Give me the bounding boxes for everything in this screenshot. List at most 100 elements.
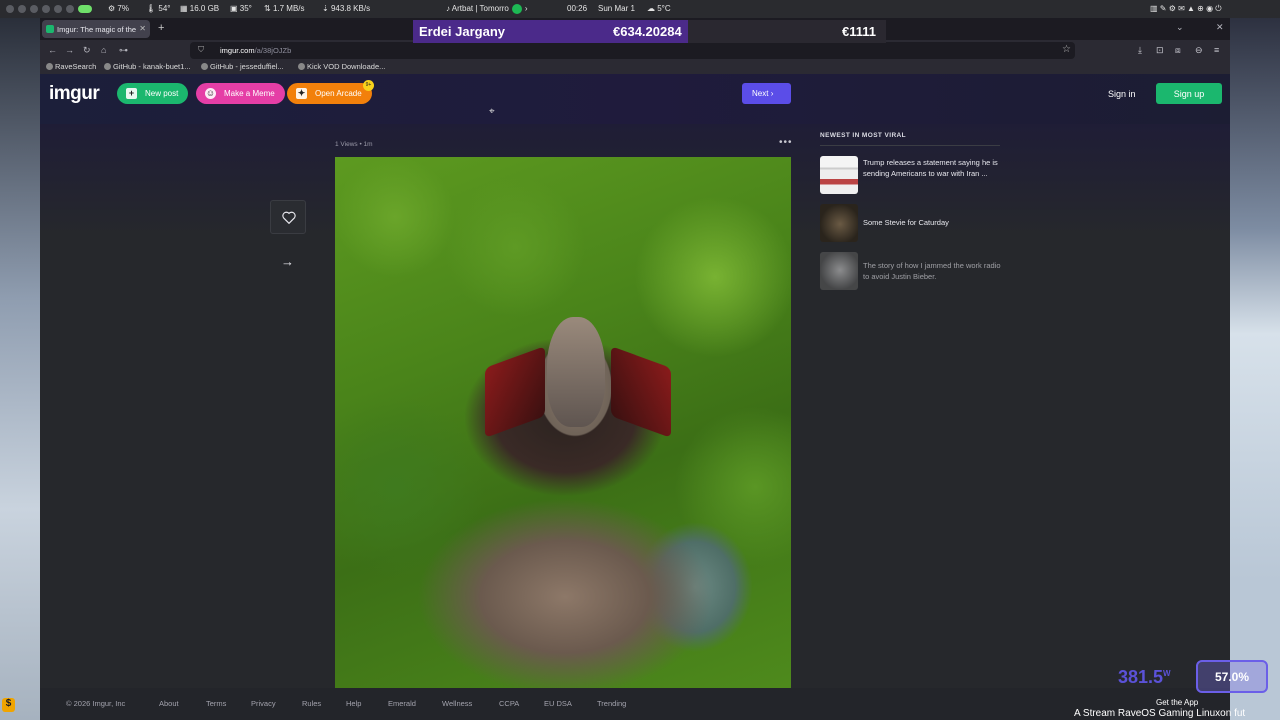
menu-icon[interactable]: ≡	[1214, 45, 1219, 55]
percent-widget: 57.0%	[1196, 660, 1268, 693]
bookmark-item[interactable]: Kick VOD Downloade...	[298, 62, 385, 71]
power-value: 381.5	[1118, 667, 1164, 687]
favorite-button[interactable]	[270, 200, 306, 234]
make-meme-button[interactable]: ☺ Make a Meme	[196, 83, 285, 104]
gpu-temp-value: 35°	[239, 4, 252, 13]
app-launcher-icon[interactable]: $	[2, 698, 15, 712]
meme-icon: ☺	[205, 88, 216, 99]
home-icon[interactable]: ⌂	[101, 45, 106, 55]
workspace-dot-active[interactable]	[78, 5, 92, 13]
url-host: imgur.com	[220, 46, 255, 55]
bookmark-star-icon[interactable]: ☆	[1062, 44, 1071, 55]
viral-post-item[interactable]: Some Stevie for Caturday	[820, 204, 1000, 244]
make-meme-label: Make a Meme	[224, 89, 275, 98]
viral-post-item[interactable]: Trump releases a statement saying he is …	[820, 156, 1000, 196]
imgur-favicon-icon	[46, 25, 54, 33]
post-image-festival-stage[interactable]	[335, 157, 791, 688]
workspace-dot[interactable]	[18, 5, 26, 13]
workspace-dot[interactable]	[66, 5, 74, 13]
footer-link-terms[interactable]: Terms	[206, 699, 226, 708]
clock-date: Sun Mar 1	[598, 4, 635, 13]
footer-link-trending[interactable]: Trending	[597, 699, 626, 708]
footer-link-privacy[interactable]: Privacy	[251, 699, 276, 708]
post-thumbnail	[820, 156, 858, 194]
extension-icon[interactable]: ⧈	[1175, 45, 1181, 56]
forward-icon[interactable]: →	[65, 45, 74, 55]
footer-link-wellness[interactable]: Wellness	[442, 699, 472, 708]
weather-value: 5°C	[657, 4, 671, 13]
more-options-icon[interactable]: •••	[779, 137, 793, 148]
plus-icon: +	[126, 88, 137, 99]
account-icon[interactable]: ⊡	[1156, 45, 1164, 56]
workspace-dot[interactable]	[6, 5, 14, 13]
ublock-icon[interactable]: ⊖	[1195, 45, 1203, 56]
workspace-dot[interactable]	[54, 5, 62, 13]
kick-icon	[298, 63, 305, 70]
bookmark-item[interactable]: GitHub - jesseduffiel...	[201, 62, 284, 71]
post-meta: 1 Views • 1m	[335, 141, 373, 148]
address-bar[interactable]: ⛉ imgur.com/a/38jOJZb ☆	[190, 42, 1075, 59]
viral-post-title: The story of how I jammed the work radio…	[863, 261, 1001, 281]
imgur-logo[interactable]: imgur	[49, 83, 100, 105]
post-thumbnail	[820, 252, 858, 290]
gamepad-icon: ✦	[296, 88, 307, 99]
network-indicator: ⇅ 1.7 MB/s	[264, 4, 305, 13]
net-up-value: 1.7 MB/s	[272, 4, 305, 13]
bookmark-label: GitHub - jesseduffiel...	[210, 62, 284, 71]
sign-up-button[interactable]: Sign up	[1156, 83, 1222, 104]
footer-link-ccpa[interactable]: CCPA	[499, 699, 519, 708]
footer-link-emerald[interactable]: Emerald	[388, 699, 416, 708]
list-tabs-icon[interactable]: ⌄	[1176, 22, 1184, 33]
workspace-dot[interactable]	[30, 5, 38, 13]
sign-in-link[interactable]: Sign in	[1108, 89, 1136, 99]
tab-imgur[interactable]: Imgur: The magic of the ✕	[42, 20, 150, 38]
arcade-badge: 9+	[363, 80, 374, 91]
cpu-value: 7%	[117, 4, 129, 13]
desktop-wallpaper-left	[0, 18, 40, 720]
share-arrow-icon[interactable]: →	[281, 254, 294, 269]
donation-total: €1111	[842, 24, 876, 39]
donation-total-panel: €1111	[688, 20, 886, 43]
post-content: 1 Views • 1m ••• → NEWEST IN MOST VIRAL …	[40, 124, 1230, 688]
footer-link-rules[interactable]: Rules	[302, 699, 321, 708]
footer-link-eu-dsa[interactable]: EU DSA	[544, 699, 572, 708]
tray-icons[interactable]: ▥ ✎ ⚙ ✉ ▲ ⊕ ◉ ⏻	[1150, 4, 1222, 14]
footer-link-help[interactable]: Help	[346, 699, 361, 708]
next-button[interactable]: Next ›	[742, 83, 791, 104]
media-player[interactable]: ♪ Artbat | Tomorro ›	[446, 4, 528, 14]
weather: ☁ 5°C	[647, 4, 671, 13]
reload-icon[interactable]: ↻	[83, 45, 91, 56]
github-icon	[104, 63, 111, 70]
power-readout: 381.5W	[1118, 667, 1171, 688]
heart-icon	[282, 211, 296, 224]
clock-time: 00:26	[567, 4, 588, 13]
downloads-icon[interactable]: ⤓	[1138, 45, 1142, 56]
close-window-icon[interactable]: ✕	[1216, 22, 1224, 33]
close-tab-icon[interactable]: ✕	[139, 24, 146, 33]
new-post-button[interactable]: + New post	[117, 83, 189, 104]
net-down-value: 943.8 KB/s	[330, 4, 371, 13]
github-icon	[201, 63, 208, 70]
extensions-icon[interactable]: ⊶	[119, 45, 128, 56]
bookmark-label: RaveSearch	[55, 62, 97, 71]
imgur-page: imgur + New post ☺ Make a Meme ✦ Open Arcad…	[40, 74, 1230, 720]
bookmark-item[interactable]: GitHub - kanak-buet1...	[104, 62, 191, 71]
bookmarks-bar: RaveSearch GitHub - kanak-buet1... GitHu…	[40, 62, 1230, 74]
viral-post-item[interactable]: The story of how I jammed the work radio…	[820, 252, 1001, 292]
workspace-dot[interactable]	[42, 5, 50, 13]
lock-icon[interactable]: ⛉	[198, 45, 204, 55]
play-icon[interactable]	[511, 4, 522, 14]
get-app-link[interactable]: Get the App	[1156, 698, 1198, 707]
viral-post-title: Trump releases a statement saying he is …	[863, 158, 998, 178]
post-thumbnail	[820, 204, 858, 242]
new-tab-icon[interactable]: +	[158, 22, 164, 34]
viral-post-title: Some Stevie for Caturday	[863, 218, 949, 227]
cpu-indicator: ⚙ 7%	[108, 4, 129, 13]
stage-wing-left	[485, 346, 545, 438]
footer-link-about[interactable]: About	[159, 699, 179, 708]
bookmark-item[interactable]: RaveSearch	[46, 62, 96, 71]
open-arcade-button[interactable]: ✦ Open Arcade	[287, 83, 372, 104]
newest-sidebar: NEWEST IN MOST VIRAL Trump releases a st…	[820, 132, 1001, 290]
back-icon[interactable]: ←	[48, 45, 57, 55]
sidebar-title: NEWEST IN MOST VIRAL	[820, 132, 1000, 146]
